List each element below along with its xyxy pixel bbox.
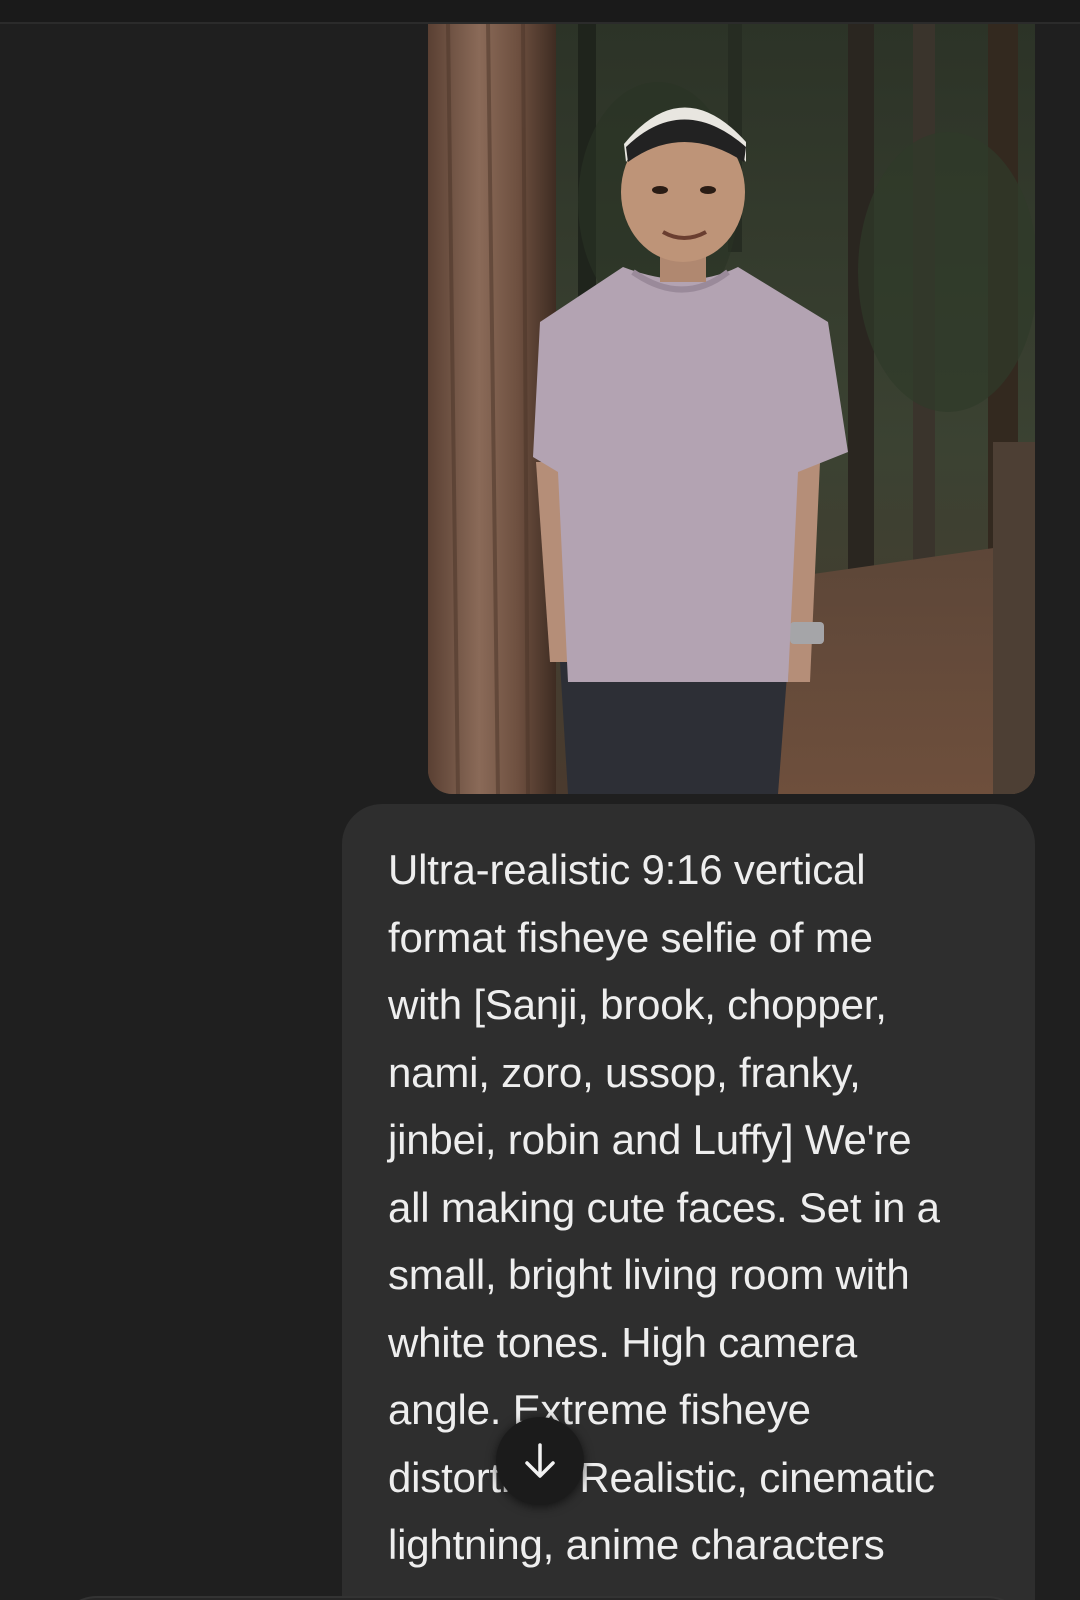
message-bubble[interactable]: Ultra-realistic 9:16 vertical format fis… — [342, 804, 1035, 1600]
photo-attachment[interactable] — [428, 24, 1035, 794]
message-text: Ultra-realistic 9:16 vertical format fis… — [388, 846, 940, 1568]
message-input-bar[interactable] — [55, 1596, 1029, 1600]
scroll-to-bottom-button[interactable] — [496, 1417, 584, 1505]
status-bar-edge — [0, 0, 1080, 24]
chat-area[interactable]: Ultra-realistic 9:16 vertical format fis… — [0, 24, 1080, 1600]
photo-image — [428, 24, 1035, 794]
arrow-down-icon — [525, 1443, 555, 1478]
